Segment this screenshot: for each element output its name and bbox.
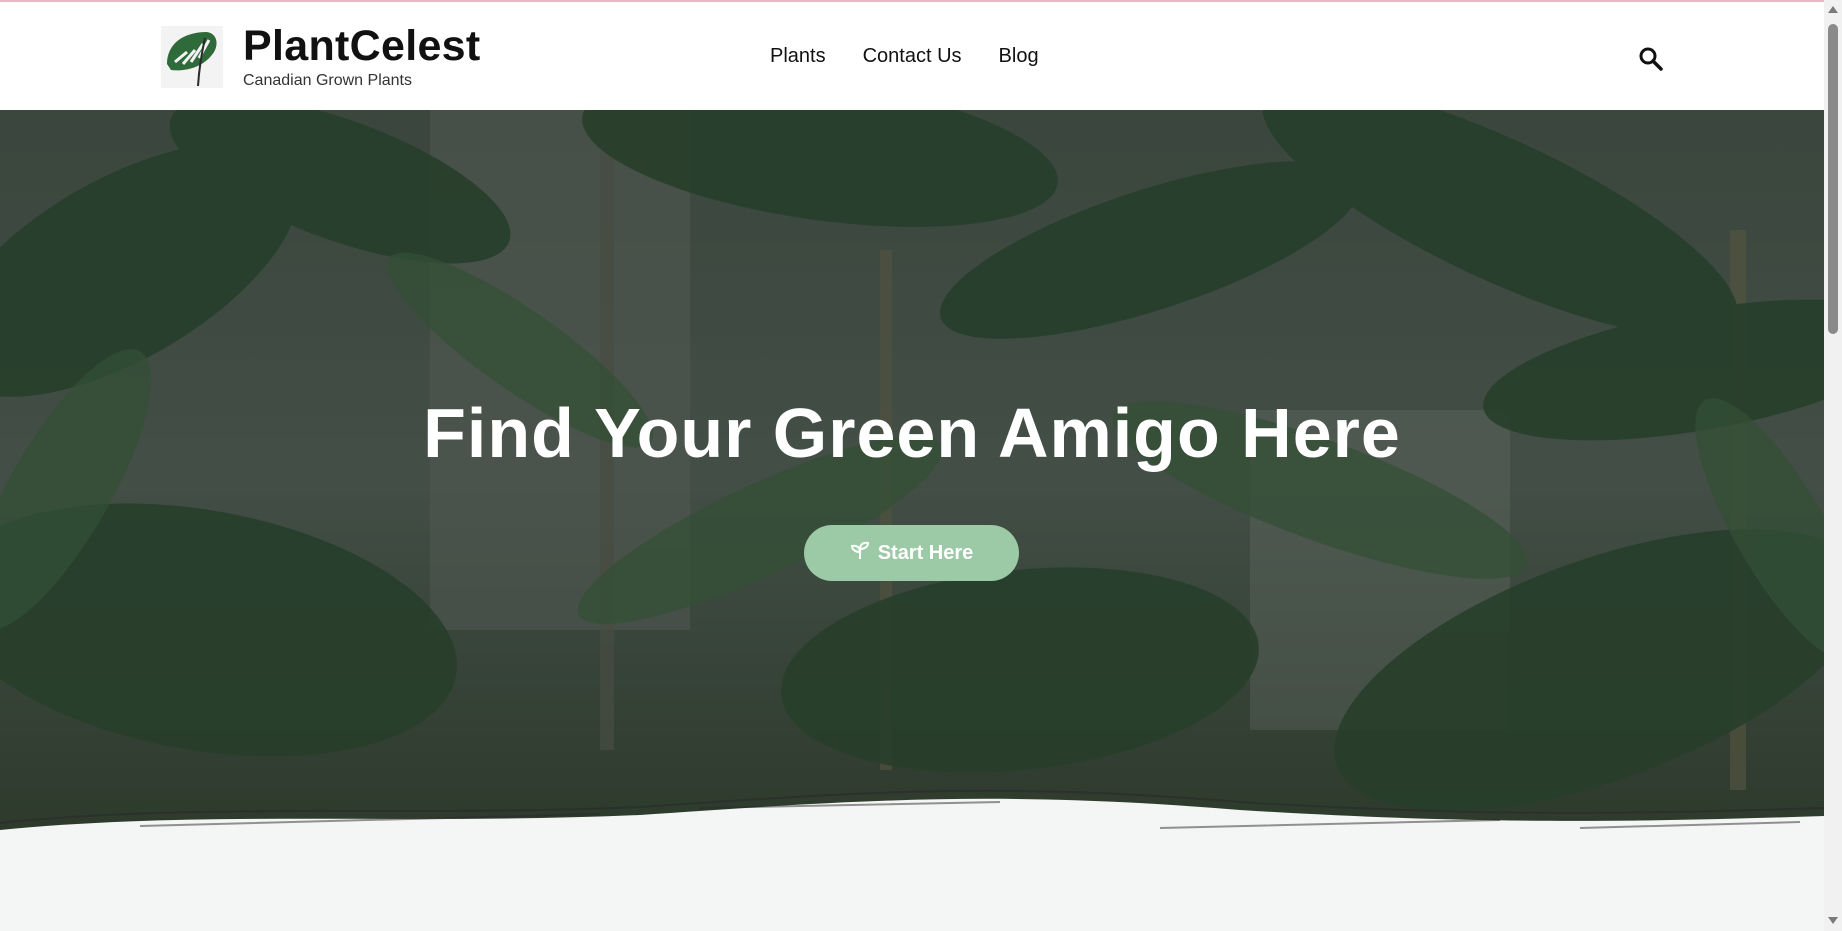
hero-foliage-background (0, 110, 1824, 850)
start-here-button[interactable]: Start Here (804, 525, 1019, 581)
nav-item-plants[interactable]: Plants (770, 45, 826, 68)
main-nav: Plants Contact Us Blog (770, 45, 1039, 68)
start-here-label: Start Here (877, 541, 974, 564)
hero-section: Find Your Green Amigo Here Start Here (0, 110, 1824, 850)
sprout-icon (850, 540, 870, 566)
page-scrollbar[interactable] (1824, 0, 1842, 931)
brand-name[interactable]: PlantCelest (243, 22, 481, 71)
nav-item-contact-us[interactable]: Contact Us (863, 45, 962, 68)
monstera-leaf-icon[interactable] (161, 26, 223, 88)
scrollbar-thumb[interactable] (1828, 24, 1838, 334)
scroll-up-arrow[interactable] (1828, 6, 1838, 13)
scroll-down-arrow[interactable] (1828, 917, 1838, 924)
hero-title: Find Your Green Amigo Here (423, 394, 1401, 472)
brand-tagline: Canadian Grown Plants (243, 72, 412, 89)
site-header: PlantCelest Canadian Grown Plants Plants… (0, 2, 1824, 110)
search-icon[interactable] (1638, 46, 1664, 72)
nav-item-blog[interactable]: Blog (999, 45, 1039, 68)
